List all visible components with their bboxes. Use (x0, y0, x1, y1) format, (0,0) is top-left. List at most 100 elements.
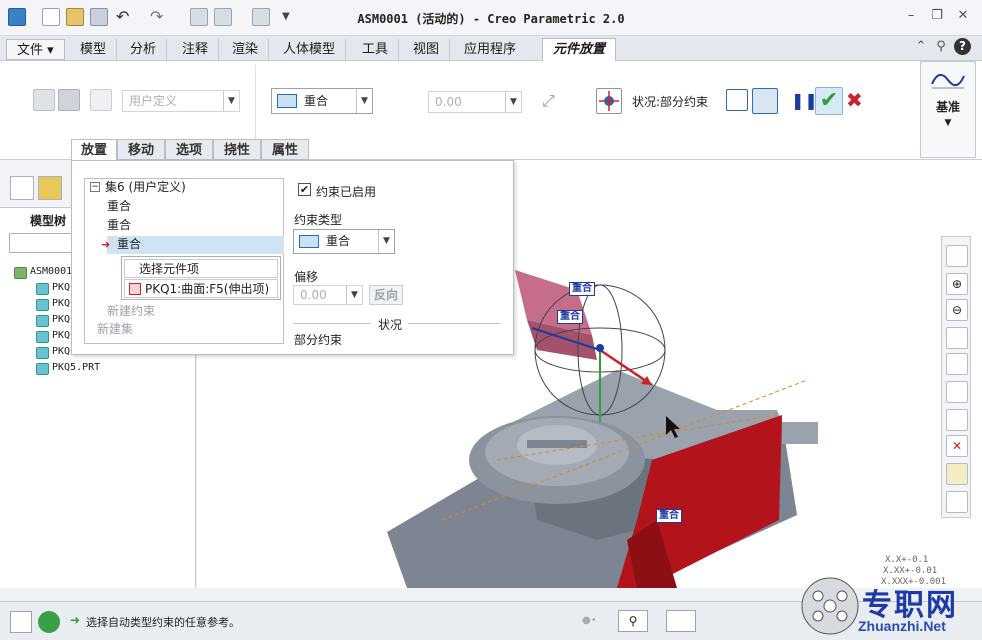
tab-model[interactable]: 模型 (70, 39, 118, 60)
tab-annotate[interactable]: 注释 (172, 39, 220, 60)
panel-offset-input[interactable]: 0.00 ▼ (293, 285, 363, 305)
status-heading: 状况 (378, 318, 403, 332)
panel-constraint-type-select[interactable]: 重合 ▼ (293, 229, 395, 254)
flip-button[interactable]: 反向 (369, 285, 403, 305)
zoom-in-icon[interactable]: ⊕ (946, 273, 968, 295)
constraint-tag: 重合 (569, 282, 595, 296)
tab-options[interactable]: 选项 (165, 139, 213, 160)
status-label: 状况:部分约束 (632, 95, 709, 109)
sketch-icon[interactable] (33, 89, 55, 111)
constraint-item[interactable]: 重合 (107, 198, 131, 215)
tab-component-placement[interactable]: 元件放置 (542, 38, 617, 62)
display-style-icon[interactable] (946, 353, 968, 375)
status-divider-left (294, 323, 370, 324)
annotation-display-icon[interactable] (946, 463, 968, 485)
constraint-item[interactable]: 重合 (107, 217, 131, 234)
model-tree-title: 模型树 (30, 214, 67, 228)
tree-root[interactable]: ASM0001 (12, 264, 72, 280)
watermark-url: Zhuanzhi.Net (858, 618, 946, 634)
new-set-link[interactable]: 新建集 (97, 321, 133, 338)
status-message: 选择自动类型约束的任意参考。 (86, 616, 240, 629)
select-component-item[interactable]: 选择元件项 (124, 259, 278, 278)
tree-item[interactable]: PKQ (34, 344, 70, 360)
constraint-tree: − 集6 (用户定义) 重合 重合 ➜ 重合 选择元件项 PKQ1:曲面:F5(… (84, 178, 284, 344)
close-icon[interactable]: ✕ (954, 8, 972, 24)
tab-flexibility[interactable]: 挠性 (213, 139, 261, 160)
flip-icon[interactable]: ⤢ (542, 91, 564, 113)
repaint-icon[interactable] (946, 327, 968, 349)
datum-group[interactable]: 基准 ▼ (920, 61, 976, 158)
tree-item[interactable]: PKQ5.PRT (34, 360, 100, 376)
zoom-out-icon[interactable]: ⊖ (946, 299, 968, 321)
reference-collector: 选择元件项 PKQ1:曲面:F5(伸出项) (121, 256, 281, 300)
constraint-tag: 重合 (557, 310, 583, 324)
cancel-button[interactable]: ✖ (846, 89, 868, 111)
tree-item[interactable]: PKQ (34, 328, 70, 344)
tree-item[interactable]: PKQ (34, 280, 70, 296)
datum-display-icon[interactable]: ✕ (946, 435, 968, 457)
ok-button[interactable]: ✔ (815, 87, 843, 115)
tolerance-line: X.XX+-0.01 (883, 566, 938, 576)
tree-item[interactable]: PKQ (34, 296, 70, 312)
watermark-logo (801, 577, 859, 635)
navigator-toggle-icon[interactable] (10, 611, 32, 633)
connection-icon[interactable] (90, 89, 112, 111)
tolerance-line: X.X+-0.1 (885, 555, 929, 565)
datum-dropdown-icon[interactable]: ▼ (921, 118, 975, 128)
datum-label: 基准 (935, 100, 960, 114)
datum-icon (931, 73, 965, 89)
tab-move[interactable]: 移动 (117, 139, 165, 160)
constraint-item-selected[interactable]: 重合 (117, 236, 141, 253)
surface-ref-icon (129, 283, 141, 295)
tab-properties[interactable]: 属性 (261, 139, 309, 160)
saved-views-icon[interactable] (946, 381, 968, 403)
refit-icon[interactable] (946, 245, 968, 267)
tab-render[interactable]: 渲染 (222, 39, 270, 60)
coincident-icon (299, 235, 319, 248)
tab-manikin[interactable]: 人体模型 (273, 39, 347, 60)
help-icon[interactable]: ? (954, 38, 971, 55)
tab-placement[interactable]: 放置 (71, 139, 117, 161)
progress-dots-icon: ●• (582, 615, 597, 626)
find-icon[interactable]: ⚲ (618, 610, 648, 632)
constraint-enabled-checkbox[interactable]: ✔ (298, 183, 311, 196)
search-icon[interactable]: ⚲ (932, 39, 950, 55)
graphics-toolbar: ⊕ ⊖ ✕ (941, 236, 971, 518)
title-bar: ↶ ↷ ▼ ASM0001 (活动的) - Creo Parametric 2.… (0, 0, 982, 36)
collapse-ribbon-icon[interactable]: ⌃ (912, 39, 930, 55)
tab-applications[interactable]: 应用程序 (454, 39, 526, 60)
constraint-type-select[interactable]: 重合 ▼ (271, 88, 373, 114)
browser-toggle-icon[interactable] (38, 611, 60, 633)
tree-item[interactable]: PKQ (34, 312, 70, 328)
new-constraint-link[interactable]: 新建约束 (107, 303, 155, 320)
move-icon[interactable] (596, 88, 622, 114)
copy-icon[interactable] (58, 89, 80, 111)
constraint-enabled-label: 约束已启用 (316, 185, 377, 199)
view-manager-icon[interactable] (946, 409, 968, 431)
spin-center-icon[interactable] (946, 491, 968, 513)
status-value: 部分约束 (294, 333, 343, 347)
current-arrow-icon: ➜ (101, 238, 111, 251)
folder-browser-tab-icon[interactable] (38, 176, 62, 200)
constraint-tag: 重合 (656, 509, 682, 523)
model-tree-tab-icon[interactable] (10, 176, 34, 200)
tab-view[interactable]: 视图 (403, 39, 451, 60)
constraint-type-label: 约束类型 (294, 213, 343, 227)
restore-icon[interactable]: ❐ (928, 8, 946, 24)
selection-filter-icon[interactable] (666, 610, 696, 632)
tab-analysis[interactable]: 分析 (120, 39, 168, 60)
minimize-icon[interactable]: – (902, 8, 920, 24)
assembly-reference[interactable]: PKQ1:曲面:F5(伸出项) (124, 279, 278, 298)
file-menu[interactable]: 文件 ▾ (6, 39, 65, 60)
constraint-set[interactable]: 集6 (用户定义) (105, 179, 186, 196)
assembly-window-icon[interactable] (752, 88, 778, 114)
status-divider-right (408, 323, 500, 324)
separate-window-icon[interactable] (726, 89, 748, 111)
user-defined-select[interactable]: 用户定义 ▼ (122, 90, 240, 112)
window-title: ASM0001 (活动的) - Creo Parametric 2.0 (357, 12, 625, 26)
pause-icon[interactable]: ❚❚ (791, 91, 818, 113)
tab-tools[interactable]: 工具 (352, 39, 400, 60)
coincident-icon (277, 94, 297, 108)
collapse-icon[interactable]: − (90, 182, 100, 192)
offset-input[interactable]: 0.00 ▼ (428, 91, 522, 113)
